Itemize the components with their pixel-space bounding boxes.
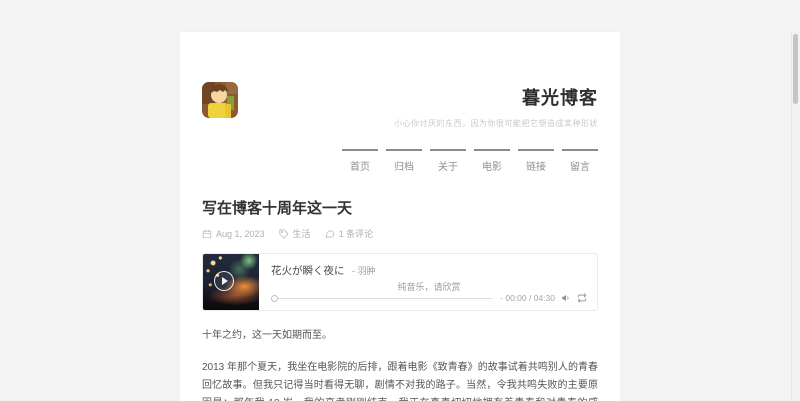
post-comments-link[interactable]: 1 条评论 [325,227,374,240]
site-title: 暮光博客 [522,88,598,108]
post-paragraph-2: 2013 年那个夏天，我坐在电影院的后排，跟着电影《致青春》的故事试着共鸣别人的… [202,362,598,401]
play-button[interactable] [214,271,234,291]
calendar-icon [202,229,212,238]
site-avatar[interactable] [202,82,238,118]
site-info: 暮光博客 小心你讨厌的东西，因为你很可能把它塑造成某种形状 [202,82,598,129]
post-category-label: 生活 [292,229,311,239]
song-title: 花火が瞬く夜に [271,265,345,277]
volume-icon[interactable] [561,293,571,303]
post: 写在博客十周年这一天 Aug 1, 2023 生活 1 条评论 花火が瞬く夜に … [202,197,598,401]
nav-item-home[interactable]: 首页 [342,149,378,173]
nav-item-movies[interactable]: 电影 [474,149,510,173]
blog-card: 暮光博客 小心你讨厌的东西，因为你很可能把它塑造成某种形状 首页 归档 关于 电… [180,32,620,401]
play-icon [222,277,228,285]
site-subtitle: 小心你讨厌的东西，因为你很可能把它塑造成某种形状 [394,119,598,128]
site-header: 暮光博客 小心你讨厌的东西，因为你很可能把它塑造成某种形状 首页 归档 关于 电… [202,82,598,173]
player-caption: 纯音乐，请欣赏 [397,281,461,292]
post-paragraph-1: 十年之约，这一天如期而至。 [202,330,332,341]
player-controls: - 00:00 / 04:30 [271,293,587,303]
post-meta: Aug 1, 2023 生活 1 条评论 [202,227,598,240]
song-artist: - 羽肿 [351,266,376,276]
loop-icon[interactable] [577,293,587,303]
album-art [203,254,259,310]
post-category-link[interactable]: 生活 [278,227,311,240]
nav-item-archive[interactable]: 归档 [386,149,422,173]
post-comments-label: 1 条评论 [338,229,374,239]
avatar-image [202,82,238,118]
nav-item-about[interactable]: 关于 [430,149,466,173]
comment-icon [325,230,334,238]
scrollbar-thumb[interactable] [793,34,798,104]
post-date-label: Aug 1, 2023 [216,228,265,239]
tag-icon [278,228,288,239]
post-date: Aug 1, 2023 [202,229,265,239]
post-title: 写在博客十周年这一天 [202,200,353,217]
audio-player: 花火が瞬く夜に - 羽肿 纯音乐，请欣赏 - 00:00 / 04:30 [202,253,598,311]
scrollbar-track [791,32,800,401]
progress-knob[interactable] [271,294,278,302]
player-title-row: 花火が瞬く夜に - 羽肿 [271,261,587,279]
nav-item-links[interactable]: 链接 [518,149,554,173]
site-nav: 首页 归档 关于 电影 链接 留言 [202,149,598,173]
time-display: - 00:00 / 04:30 [500,293,555,303]
progress-bar[interactable] [277,297,493,299]
player-body: 花火が瞬く夜に - 羽肿 纯音乐，请欣赏 - 00:00 / 04:30 [259,254,597,310]
nav-item-guestbook[interactable]: 留言 [562,149,598,173]
